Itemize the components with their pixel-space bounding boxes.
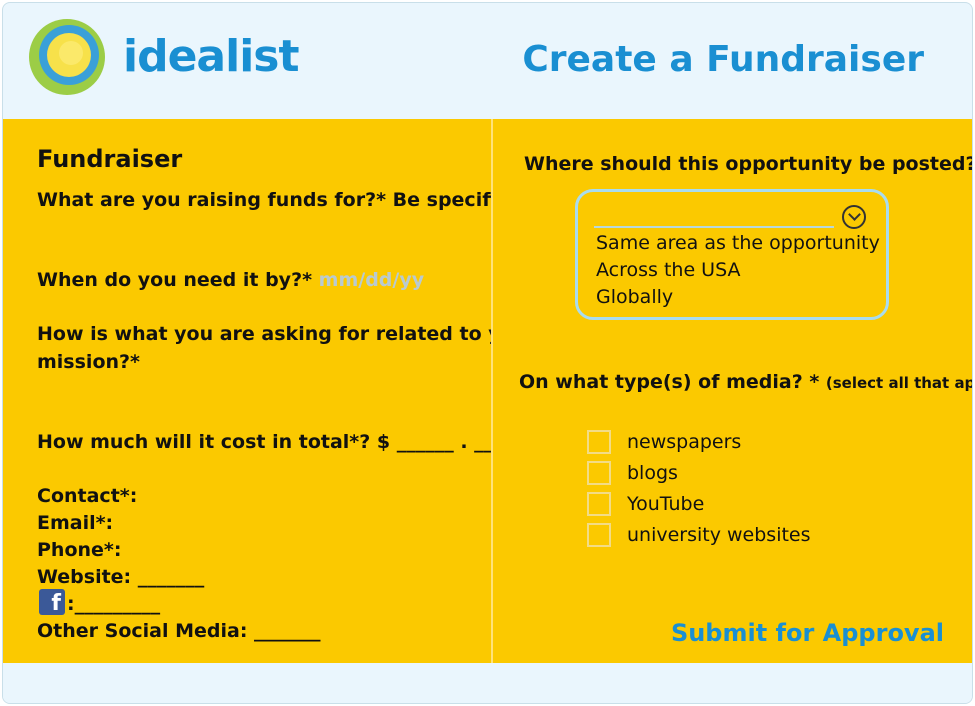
total-cost-field[interactable]: How much will it cost in total*? $ _____… <box>37 431 493 453</box>
contact-field[interactable]: Contact*: <box>37 485 137 507</box>
media-option-label: blogs <box>627 462 678 484</box>
university-websites-checkbox[interactable] <box>587 523 611 547</box>
posting-question: Where should this opportunity be posted?… <box>524 153 973 175</box>
facebook-field[interactable]: :_________ <box>67 593 160 615</box>
fundraiser-panel: Fundraiser What are you raising funds fo… <box>3 119 537 663</box>
email-field[interactable]: Email*: <box>37 512 113 534</box>
need-by-label: When do you need it by?* <box>37 269 313 291</box>
idealist-logo-icon <box>29 19 105 95</box>
website-field[interactable]: Website: _______ <box>37 566 204 588</box>
dropdown-selected-value[interactable] <box>594 226 834 228</box>
footer <box>3 663 972 703</box>
header: idealist Create a Fundraiser <box>3 3 972 119</box>
media-option-label: newspapers <box>627 431 742 453</box>
mission-question-line2: mission?* <box>37 351 140 373</box>
chevron-down-circle-icon[interactable] <box>842 205 866 229</box>
submit-for-approval-button[interactable]: Submit for Approval <box>671 619 944 647</box>
media-option-label: university websites <box>627 524 811 546</box>
media-question-hint: (select all that apply) <box>825 374 972 392</box>
app-frame: idealist Create a Fundraiser Fundraiser … <box>2 2 973 704</box>
page-title: Create a Fundraiser <box>522 39 924 80</box>
media-option-label: YouTube <box>627 493 705 515</box>
media-question-label: On what type(s) of media? * <box>519 371 820 393</box>
facebook-icon: f <box>39 589 65 616</box>
mission-question-line1: How is what you are asking for related t… <box>37 323 537 345</box>
dropdown-option[interactable]: Same area as the opportunity <box>596 232 880 254</box>
newspapers-checkbox[interactable] <box>587 430 611 454</box>
brand-name: idealist <box>123 31 299 82</box>
need-by-question: When do you need it by?* mm/dd/yy <box>37 269 424 291</box>
dropdown-option[interactable]: Globally <box>596 286 673 308</box>
other-social-field[interactable]: Other Social Media: _______ <box>37 620 321 642</box>
media-question: On what type(s) of media? * (select all … <box>519 371 972 393</box>
dropdown-option[interactable]: Across the USA <box>596 259 741 281</box>
posting-panel: Where should this opportunity be posted?… <box>493 119 973 663</box>
phone-field[interactable]: Phone*: <box>37 539 121 561</box>
blogs-checkbox[interactable] <box>587 461 611 485</box>
youtube-checkbox[interactable] <box>587 492 611 516</box>
posting-location-dropdown[interactable]: Same area as the opportunity Across the … <box>575 189 889 320</box>
section-title: Fundraiser <box>37 145 183 173</box>
date-input[interactable]: mm/dd/yy <box>319 269 424 291</box>
funds-purpose-question: What are you raising funds for?* Be spec… <box>37 189 515 211</box>
